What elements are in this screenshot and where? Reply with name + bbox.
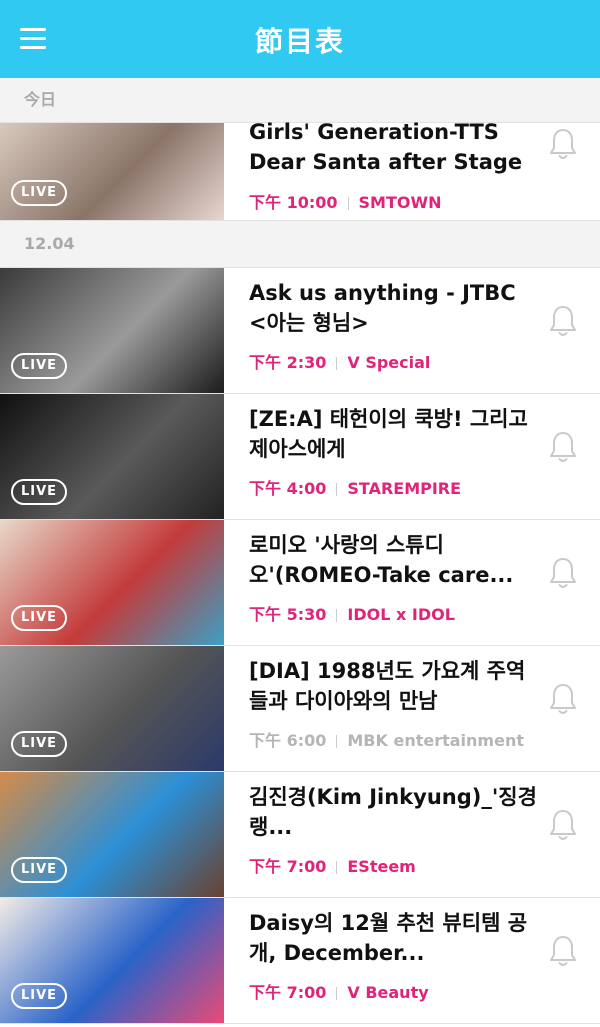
meta-divider bbox=[336, 735, 338, 748]
program-time: 下午 10:00 bbox=[249, 193, 338, 212]
bell-icon[interactable] bbox=[548, 304, 578, 338]
schedule-item[interactable]: LIVE [DIA] 1988년도 가요계 주역들과 다이아와의 만남 下午 6:0… bbox=[0, 646, 600, 772]
video-thumbnail[interactable]: LIVE bbox=[0, 898, 224, 1023]
video-thumbnail[interactable]: LIVE bbox=[0, 394, 224, 519]
program-title[interactable]: Girls' Generation-TTS Dear Santa after S… bbox=[249, 117, 539, 177]
bell-icon[interactable] bbox=[548, 808, 578, 842]
bell-icon[interactable] bbox=[548, 934, 578, 968]
video-thumbnail[interactable]: LIVE bbox=[0, 123, 224, 220]
meta-divider bbox=[336, 987, 338, 1000]
program-title[interactable]: 김진경(Kim Jinkyung)_'징경랭... bbox=[249, 782, 539, 842]
schedule-item[interactable]: LIVE 로미오 '사랑의 스튜디오'(ROMEO-Take care... 下午 … bbox=[0, 520, 600, 646]
schedule-item[interactable]: LIVE [ZE:A] 태헌이의 쿡방! 그리고 제아스에게 下午 4:00 STAR… bbox=[0, 394, 600, 520]
program-time: 下午 7:00 bbox=[249, 857, 327, 876]
channel-name[interactable]: SMTOWN bbox=[359, 193, 442, 212]
meta-divider bbox=[336, 483, 338, 496]
schedule-item[interactable]: LIVE Ask us anything - JTBC <아는 형님> 下午 2:3… bbox=[0, 268, 600, 394]
channel-name[interactable]: STAREMPIRE bbox=[347, 479, 461, 498]
meta-divider bbox=[336, 357, 338, 370]
date-header: 12.04 bbox=[0, 221, 600, 268]
program-info: Girls' Generation-TTS Dear Santa after S… bbox=[249, 117, 539, 213]
program-meta: 下午 10:00 SMTOWN bbox=[249, 189, 539, 213]
program-title[interactable]: 로미오 '사랑의 스튜디오'(ROMEO-Take care... bbox=[249, 530, 539, 590]
live-badge: LIVE bbox=[11, 605, 67, 631]
program-info: 로미오 '사랑의 스튜디오'(ROMEO-Take care... 下午 5:30… bbox=[249, 530, 539, 625]
channel-name[interactable]: V Special bbox=[347, 353, 430, 372]
program-time: 下午 4:00 bbox=[249, 479, 327, 498]
program-meta: 下午 6:00 MBK entertainment bbox=[249, 727, 539, 751]
schedule-item[interactable]: LIVE Girls' Generation-TTS Dear Santa aft… bbox=[0, 120, 600, 221]
live-badge: LIVE bbox=[11, 731, 67, 757]
program-meta: 下午 7:00 ESteem bbox=[249, 853, 539, 877]
video-thumbnail[interactable]: LIVE bbox=[0, 772, 224, 897]
schedule-item[interactable]: LIVE 김진경(Kim Jinkyung)_'징경랭... 下午 7:00 ESte… bbox=[0, 772, 600, 898]
program-title[interactable]: [ZE:A] 태헌이의 쿡방! 그리고 제아스에게 bbox=[249, 404, 539, 464]
program-info: Ask us anything - JTBC <아는 형님> 下午 2:30 V S… bbox=[249, 278, 539, 373]
schedule-list[interactable]: 今日 LIVE Girls' Generation-TTS Dear Santa a… bbox=[0, 78, 600, 1027]
program-meta: 下午 7:00 V Beauty bbox=[249, 979, 539, 1003]
page-title: 節目表 bbox=[254, 25, 345, 58]
program-info: 김진경(Kim Jinkyung)_'징경랭... 下午 7:00 ESteem bbox=[249, 782, 539, 877]
live-badge: LIVE bbox=[11, 180, 67, 206]
program-title[interactable]: Daisy의 12월 추천 뷰티템 공개, December... bbox=[249, 908, 539, 968]
meta-divider bbox=[336, 609, 338, 622]
program-time: 下午 2:30 bbox=[249, 353, 327, 372]
app-header: 節目表 bbox=[0, 0, 600, 78]
program-info: Daisy의 12월 추천 뷰티템 공개, December... 下午 7:00… bbox=[249, 908, 539, 1003]
program-time: 下午 6:00 bbox=[249, 731, 327, 750]
meta-divider bbox=[336, 861, 338, 874]
program-title[interactable]: [DIA] 1988년도 가요계 주역들과 다이아와의 만남 bbox=[249, 656, 539, 716]
channel-name[interactable]: ESteem bbox=[347, 857, 415, 876]
bell-icon[interactable] bbox=[548, 556, 578, 590]
video-thumbnail[interactable]: LIVE bbox=[0, 646, 224, 771]
program-time: 下午 5:30 bbox=[249, 605, 327, 624]
video-thumbnail[interactable]: LIVE bbox=[0, 520, 224, 645]
channel-name[interactable]: V Beauty bbox=[347, 983, 428, 1002]
program-title[interactable]: Ask us anything - JTBC <아는 형님> bbox=[249, 278, 539, 338]
bell-icon[interactable] bbox=[548, 430, 578, 464]
live-badge: LIVE bbox=[11, 983, 67, 1009]
program-meta: 下午 2:30 V Special bbox=[249, 349, 539, 373]
program-meta: 下午 5:30 IDOL x IDOL bbox=[249, 601, 539, 625]
bell-icon[interactable] bbox=[548, 127, 578, 161]
live-badge: LIVE bbox=[11, 353, 67, 379]
live-badge: LIVE bbox=[11, 857, 67, 883]
schedule-item[interactable]: LIVE Daisy의 12월 추천 뷰티템 공개, December... 下午 … bbox=[0, 898, 600, 1024]
program-info: [DIA] 1988년도 가요계 주역들과 다이아와의 만남 下午 6:00 MBK… bbox=[249, 656, 539, 751]
video-thumbnail[interactable]: LIVE bbox=[0, 268, 224, 393]
channel-name[interactable]: IDOL x IDOL bbox=[347, 605, 455, 624]
program-meta: 下午 4:00 STAREMPIRE bbox=[249, 475, 539, 499]
bell-icon[interactable] bbox=[548, 682, 578, 716]
channel-name[interactable]: MBK entertainment bbox=[347, 731, 524, 750]
live-badge: LIVE bbox=[11, 479, 67, 505]
program-time: 下午 7:00 bbox=[249, 983, 327, 1002]
meta-divider bbox=[347, 197, 349, 210]
program-info: [ZE:A] 태헌이의 쿡방! 그리고 제아스에게 下午 4:00 STAREMPI… bbox=[249, 404, 539, 499]
